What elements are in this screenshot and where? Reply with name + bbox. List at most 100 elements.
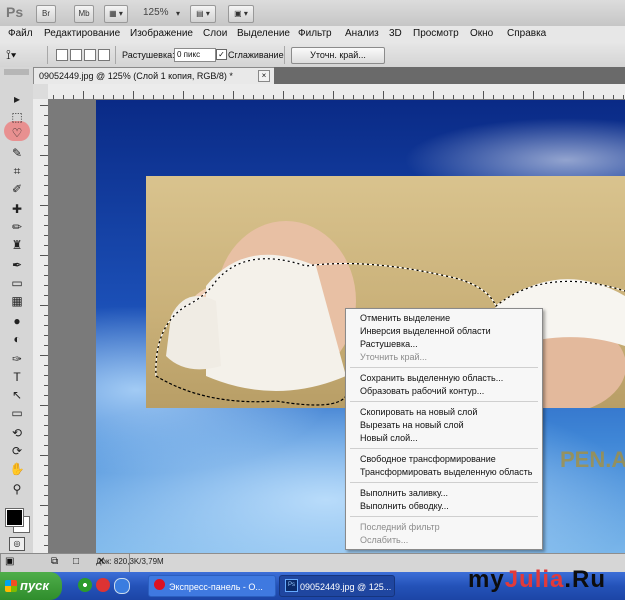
ruler-tick xyxy=(533,91,534,99)
quicklaunch-icon[interactable] xyxy=(78,578,92,592)
dodge-icon[interactable]: ◐ xyxy=(7,331,27,347)
feather-label: Растушевка: xyxy=(122,50,175,60)
context-menu-item[interactable]: Образовать рабочий контур... xyxy=(360,386,484,396)
menu-view[interactable]: Просмотр xyxy=(413,28,459,39)
move-icon[interactable]: ▸ xyxy=(7,91,27,107)
ruler-tick xyxy=(40,355,48,356)
menu-separator xyxy=(350,401,538,402)
antialias-label: Сглаживание xyxy=(228,50,284,60)
arrange-documents-button[interactable]: ▤ ▾ xyxy=(190,5,216,23)
add-to-selection-icon[interactable] xyxy=(70,49,82,61)
mini-bridge-button[interactable]: Mb xyxy=(74,5,94,23)
hand-icon[interactable]: ✋ xyxy=(7,461,27,477)
options-bar: ⟟▾ Растушевка: 0 пикс ✓ Сглаживание Уточ… xyxy=(0,43,625,68)
healing-icon[interactable]: ✚ xyxy=(7,201,27,217)
screen-mode-button[interactable]: ▣ ▾ xyxy=(228,5,254,23)
context-menu-item[interactable]: Вырезать на новый слой xyxy=(360,420,464,430)
watermark-before: my xyxy=(468,566,505,593)
menu-layers[interactable]: Слои xyxy=(203,28,227,39)
ruler-tick xyxy=(40,255,48,256)
context-menu-item[interactable]: Отменить выделение xyxy=(360,313,450,323)
brush-icon[interactable]: ✏ xyxy=(7,219,27,235)
context-menu: Отменить выделение Инверсия выделенной об… xyxy=(345,308,543,550)
document-icon[interactable]: ▣ xyxy=(5,556,14,567)
close-icon[interactable]: × xyxy=(258,70,270,82)
crop-icon[interactable]: ⌗ xyxy=(7,163,27,179)
context-menu-item[interactable]: Инверсия выделенной области xyxy=(360,326,491,336)
eraser-icon[interactable]: ▭ xyxy=(7,275,27,291)
intersect-selection-icon[interactable] xyxy=(98,49,110,61)
ruler-tick xyxy=(40,155,48,156)
context-menu-item[interactable]: Новый слой... xyxy=(360,433,418,443)
application-bar: Ps Br Mb ▦ ▾ 125% ▾ ▤ ▾ ▣ ▾ xyxy=(0,0,625,27)
context-menu-item[interactable]: Растушевка... xyxy=(360,339,418,349)
maximize-icon[interactable]: □ xyxy=(73,556,79,567)
type-icon[interactable]: T xyxy=(7,369,27,385)
document-tab[interactable]: 09052449.jpg @ 125% (Слой 1 копия, RGB/8… xyxy=(33,67,280,84)
taskbar-item-opera[interactable]: Экспресс-панель - О... xyxy=(148,575,276,597)
menu-select[interactable]: Выделение xyxy=(237,28,290,39)
ie-icon[interactable] xyxy=(114,578,130,594)
zoom-icon[interactable]: ⚲ xyxy=(7,481,27,497)
lasso-icon[interactable]: ♡ xyxy=(7,125,27,141)
menu-separator xyxy=(350,448,538,449)
menu-window[interactable]: Окно xyxy=(470,28,493,39)
quick-mask-icon[interactable]: ◎ xyxy=(9,537,25,551)
history-brush-icon[interactable]: ✒ xyxy=(7,257,27,273)
menu-separator xyxy=(350,367,538,368)
bridge-button[interactable]: Br xyxy=(36,5,56,23)
menu-file[interactable]: Файл xyxy=(8,28,33,39)
ruler-tick xyxy=(40,405,48,406)
context-menu-item: Последний фильтр xyxy=(360,522,440,532)
quick-select-icon[interactable]: ✎ xyxy=(7,145,27,161)
ruler-tick xyxy=(583,91,584,99)
view-extras-button[interactable]: ▦ ▾ xyxy=(104,5,128,23)
menu-edit[interactable]: Редактирование xyxy=(44,28,120,39)
foreground-color-swatch[interactable] xyxy=(5,508,24,527)
context-menu-item[interactable]: Сохранить выделенную область... xyxy=(360,373,503,383)
marquee-icon[interactable]: ⬚ xyxy=(7,109,27,125)
context-menu-item[interactable]: Выполнить заливку... xyxy=(360,488,448,498)
menu-image[interactable]: Изображение xyxy=(130,28,193,39)
ruler-tick xyxy=(233,91,234,99)
menu-analysis[interactable]: Анализ xyxy=(345,28,379,39)
context-menu-item[interactable]: Свободное трансформирование xyxy=(360,454,496,464)
panel-grip[interactable] xyxy=(4,69,29,75)
context-menu-item[interactable]: Трансформировать выделенную область xyxy=(360,467,532,477)
zoom-level[interactable]: 125% xyxy=(143,7,169,18)
context-menu-item[interactable]: Скопировать на новый слой xyxy=(360,407,477,417)
image-watermark: PEN.AZ xyxy=(560,447,625,472)
ruler-tick xyxy=(333,91,334,99)
shape-icon[interactable]: ▭ xyxy=(7,405,27,421)
refine-edge-button[interactable]: Уточн. край... xyxy=(291,47,385,64)
photoshop-logo: Ps xyxy=(6,4,24,20)
3d-orbit-icon[interactable]: ⟳ xyxy=(7,443,27,459)
site-watermark: myJulia.Ru xyxy=(468,566,606,594)
menu-filter[interactable]: Фильтр xyxy=(298,28,332,39)
tools-panel: ▸ ⬚ ♡ ✎ ⌗ ✐ ✚ ✏ ♜ ✒ ▭ ▦ ● ◐ ✑ T ↖ ▭ ⟲ ⟳ ✋ ⚲ ◎ xyxy=(0,67,34,553)
context-menu-item[interactable]: Выполнить обводку... xyxy=(360,501,449,511)
subtract-from-selection-icon[interactable] xyxy=(84,49,96,61)
new-selection-icon[interactable] xyxy=(56,49,68,61)
stamp-icon[interactable]: ♜ xyxy=(7,237,27,253)
baby-foot-wrap xyxy=(166,296,221,370)
restore-icon[interactable]: ⧉ xyxy=(51,556,58,567)
zoom-dropdown-icon[interactable]: ▾ xyxy=(176,9,180,18)
path-select-icon[interactable]: ↖ xyxy=(7,387,27,403)
ruler-tick xyxy=(40,305,48,306)
menu-help[interactable]: Справка xyxy=(507,28,546,39)
eyedropper-icon[interactable]: ✐ xyxy=(7,181,27,197)
feather-input[interactable]: 0 пикс xyxy=(174,48,216,62)
pen-icon[interactable]: ✑ xyxy=(7,351,27,367)
polygonal-lasso-preset-icon[interactable]: ⟟▾ xyxy=(6,47,16,63)
gradient-icon[interactable]: ▦ xyxy=(7,293,27,309)
context-menu-item: Уточнить край... xyxy=(360,352,428,362)
blur-icon[interactable]: ● xyxy=(7,313,27,329)
3d-rotate-icon[interactable]: ⟲ xyxy=(7,425,27,441)
opera-icon[interactable] xyxy=(96,578,110,592)
menu-3d[interactable]: 3D xyxy=(389,28,402,39)
antialias-checkbox[interactable]: ✓ xyxy=(216,49,227,60)
ruler-tick xyxy=(40,505,48,506)
ruler-origin[interactable] xyxy=(33,84,48,99)
ruler-tick xyxy=(40,205,48,206)
